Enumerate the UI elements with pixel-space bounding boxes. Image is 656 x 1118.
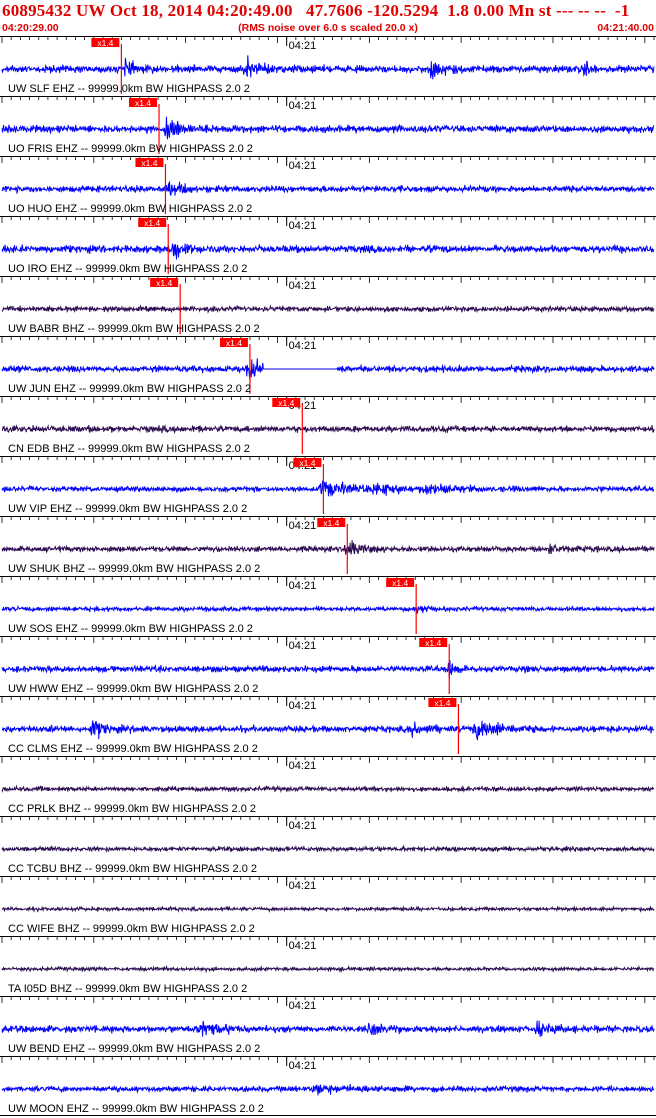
waveform-trace xyxy=(1,480,655,497)
pick-label: x1.4 xyxy=(299,458,315,468)
station-label: UW BEND EHZ -- 99999.0km BW HIGHPASS 2.0… xyxy=(8,1043,260,1055)
station-label: UO FRIS EHZ -- 99999.0km BW HIGHPASS 2.0… xyxy=(8,143,253,155)
waveform-trace xyxy=(1,1084,655,1096)
trace-row: 04:21 x1.4 UW SLF EHZ -- 99999.0km BW HIGH… xyxy=(0,36,656,95)
minute-label: 04:21 xyxy=(289,100,317,112)
event-title: 60895432 UW Oct 18, 2014 04:20:49.00 47.… xyxy=(2,1,630,20)
trace-row: 04:21 x1.4 UO FRIS EHZ -- 99999.0km BW HIG… xyxy=(0,96,656,155)
minute-label: 04:21 xyxy=(289,40,317,52)
waveform-trace xyxy=(1,181,655,196)
station-label: CC TCBU BHZ -- 99999.0km BW HIGHPASS 2.0… xyxy=(8,863,257,875)
pick-label: x1.4 xyxy=(97,38,113,48)
station-label: UW BABR BHZ -- 99999.0km BW HIGHPASS 2.0… xyxy=(8,323,260,335)
minute-label: 04:21 xyxy=(289,1000,317,1012)
waveform-trace xyxy=(1,243,655,260)
pick-label: x1.4 xyxy=(278,398,294,408)
trace-row: 04:21 x1.4 UW SHUK BHZ -- 99999.0km BW HIG… xyxy=(0,516,656,575)
minute-label: 04:21 xyxy=(289,820,317,832)
station-label: UW SHUK BHZ -- 99999.0km BW HIGHPASS 2.0… xyxy=(8,563,260,575)
minute-label: 04:21 xyxy=(289,1060,317,1072)
pick-label: x1.4 xyxy=(323,518,339,528)
minute-label: 04:21 xyxy=(289,160,317,172)
station-label: UW SOS EHZ -- 99999.0km BW HIGHPASS 2.0 … xyxy=(8,623,253,635)
pick-label: x1.4 xyxy=(434,698,450,708)
waveform-trace xyxy=(1,720,655,741)
trace-row: 04:21 CC TCBU BHZ -- 99999.0km BW HIGHPAS… xyxy=(0,816,656,875)
trace-row: 04:21 x1.4 UO IRO EHZ -- 99999.0km BW HIGH… xyxy=(0,216,656,275)
station-label: CC WIFE BHZ -- 99999.0km BW HIGHPASS 2.0… xyxy=(8,923,255,935)
waveform-trace xyxy=(1,1020,655,1037)
trace-row: 04:21 CC PRLK BHZ -- 99999.0km BW HIGHPAS… xyxy=(0,756,656,815)
pick-label: x1.4 xyxy=(392,578,408,588)
station-label: UW SLF EHZ -- 99999.0km BW HIGHPASS 2.0 … xyxy=(8,83,250,95)
waveform-trace xyxy=(1,358,655,379)
waveform-trace xyxy=(1,116,655,140)
waveform-trace xyxy=(1,604,655,614)
minute-label: 04:21 xyxy=(289,760,317,772)
waveform-trace xyxy=(1,660,655,679)
trace-row: 04:21 UW BEND EHZ -- 99999.0km BW HIGHPAS… xyxy=(0,996,656,1055)
trace-row: 04:21 TA I05D BHZ -- 99999.0km BW HIGHPAS… xyxy=(0,936,656,995)
pick-label: x1.4 xyxy=(141,158,157,168)
minute-label: 04:21 xyxy=(289,220,317,232)
station-label: UW VIP EHZ -- 99999.0km BW HIGHPASS 2.0 … xyxy=(8,503,247,515)
pick-label: x1.4 xyxy=(135,98,151,108)
trace-row: 04:21 CC WIFE BHZ -- 99999.0km BW HIGHPAS… xyxy=(0,876,656,935)
minute-label: 04:21 xyxy=(289,640,317,652)
trace-row: 04:21 x1.4 CC CLMS EHZ -- 99999.0km BW HIG… xyxy=(0,696,656,755)
station-label: CN EDB BHZ -- 99999.0km BW HIGHPASS 2.0 … xyxy=(8,443,250,455)
end-time: 04:21:40.00 xyxy=(597,22,654,34)
waveform-trace xyxy=(1,784,655,794)
minute-label: 04:21 xyxy=(289,280,317,292)
seismogram-plot: 04:21 x1.4 UW SLF EHZ -- 99999.0km BW HIGH… xyxy=(0,36,656,1116)
waveform-trace xyxy=(1,304,655,314)
waveform-trace xyxy=(1,964,655,974)
scaling-note: (RMS noise over 6.0 s scaled 20.0 x) xyxy=(238,22,418,34)
trace-row: 04:21x1.4UW VIP EHZ -- 99999.0km BW HIGH… xyxy=(0,456,656,515)
waveform-trace xyxy=(1,424,655,434)
waveform-trace xyxy=(1,905,655,913)
trace-row: 04:21 x1.4 UW BABR BHZ -- 99999.0km BW HIG… xyxy=(0,276,656,335)
pick-label: x1.4 xyxy=(156,278,172,288)
station-label: CC PRLK BHZ -- 99999.0km BW HIGHPASS 2.0… xyxy=(8,803,256,815)
station-label: TA I05D BHZ -- 99999.0km BW HIGHPASS 2.0… xyxy=(8,983,247,995)
trace-row: 04:21 x1.4 UW SOS EHZ -- 99999.0km BW HIGH… xyxy=(0,576,656,635)
station-label: UO HUO EHZ -- 99999.0km BW HIGHPASS 2.0 … xyxy=(8,203,252,215)
station-label: UW JUN EHZ -- 99999.0km BW HIGHPASS 2.0 … xyxy=(8,383,251,395)
station-label: UW MOON EHZ -- 99999.0km BW HIGHPASS 2.0… xyxy=(8,1103,264,1115)
minute-label: 04:21 xyxy=(289,940,317,952)
trace-row: 04:21 x1.4 UW JUN EHZ -- 99999.0km BW HIGH… xyxy=(0,336,656,395)
trace-row: 04:21 x1.4 UW HWW EHZ -- 99999.0km BW HIGH… xyxy=(0,636,656,695)
trace-row: 04:21 UW MOON EHZ -- 99999.0km BW HIGHPAS… xyxy=(0,1056,656,1115)
pick-label: x1.4 xyxy=(226,338,242,348)
minute-label: 04:21 xyxy=(289,520,317,532)
minute-label: 04:21 xyxy=(289,580,317,592)
minute-label: 04:21 xyxy=(289,340,317,352)
waveform-trace xyxy=(1,55,655,80)
station-label: UW HWW EHZ -- 99999.0km BW HIGHPASS 2.0 … xyxy=(8,683,258,695)
waveform-trace xyxy=(1,844,655,853)
waveform-trace xyxy=(1,540,655,555)
header: 60895432 UW Oct 18, 2014 04:20:49.00 47.… xyxy=(0,0,656,36)
minute-label: 04:21 xyxy=(289,700,317,712)
pick-label: x1.4 xyxy=(425,638,441,648)
minute-label: 04:21 xyxy=(289,880,317,892)
station-label: CC CLMS EHZ -- 99999.0km BW HIGHPASS 2.0… xyxy=(8,743,258,755)
trace-row: 04:21x1.4CN EDB BHZ -- 99999.0km BW HIGH… xyxy=(0,396,656,455)
station-label: UO IRO EHZ -- 99999.0km BW HIGHPASS 2.0 … xyxy=(8,263,247,275)
trace-row: 04:21 x1.4 UO HUO EHZ -- 99999.0km BW HIGH… xyxy=(0,156,656,215)
pick-label: x1.4 xyxy=(144,218,160,228)
